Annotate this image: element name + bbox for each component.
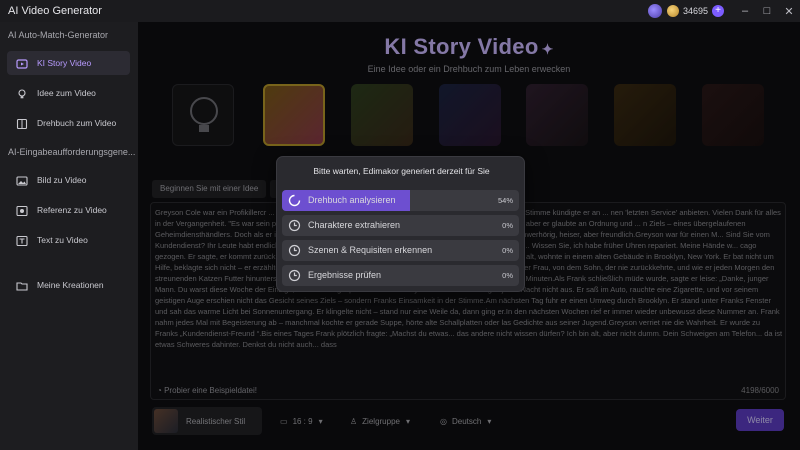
sidebar-item-referenz-zu-video[interactable]: Referenz zu Video <box>7 198 130 222</box>
sidebar-item-label: Meine Kreationen <box>37 280 104 290</box>
step-label: Drehbuch analysieren <box>308 195 396 205</box>
sidebar-item-text-zu-video[interactable]: Text zu Video <box>7 228 130 252</box>
title-bar: AI Video Generator 34695 + – □ ✕ <box>0 0 800 22</box>
sidebar-section-prompt-generator: AI-Eingabeaufforderungsgene... <box>8 147 136 157</box>
minimize-button[interactable]: – <box>734 5 756 17</box>
close-button[interactable]: ✕ <box>778 5 800 18</box>
maximize-button[interactable]: □ <box>756 5 778 17</box>
script-icon <box>16 117 28 130</box>
sidebar-item-label: Text zu Video <box>37 235 88 245</box>
sidebar-item-drehbuch-zum-video[interactable]: Drehbuch zum Video <box>7 111 130 135</box>
clock-icon <box>288 269 301 282</box>
dialog-title: Bitte warten, Edimakor generiert derzeit… <box>313 166 490 176</box>
user-avatar[interactable] <box>647 4 662 18</box>
sidebar-item-label: Idee zum Video <box>37 88 96 98</box>
step-percent: 0% <box>502 271 513 280</box>
loading-icon <box>288 194 301 207</box>
sidebar: AI Auto-Match-Generator KI Story Video I… <box>0 22 138 450</box>
clock-icon <box>288 219 301 232</box>
reference-icon <box>16 204 28 217</box>
sidebar-item-bild-zu-video[interactable]: Bild zu Video <box>7 168 130 192</box>
story-video-icon <box>16 57 28 69</box>
title-bar-right: 34695 + – □ ✕ <box>647 0 800 22</box>
credits-count: 34695 <box>682 6 708 16</box>
sidebar-item-label: Drehbuch zum Video <box>37 118 117 128</box>
sidebar-item-ki-story-video[interactable]: KI Story Video <box>7 51 130 75</box>
sidebar-item-meine-kreationen[interactable]: Meine Kreationen <box>7 273 130 297</box>
sidebar-item-idee-zum-video[interactable]: Idee zum Video <box>7 81 130 105</box>
add-credits-button[interactable]: + <box>712 5 724 17</box>
step-detect-scenes: Szenen & Requisiten erkennen 0% <box>282 240 519 261</box>
step-percent: 0% <box>502 246 513 255</box>
step-label: Szenen & Requisiten erkennen <box>308 245 433 255</box>
coin-icon <box>666 5 679 17</box>
sidebar-item-label: Referenz zu Video <box>37 205 107 215</box>
sidebar-section-auto-match: AI Auto-Match-Generator <box>8 30 109 40</box>
text-icon <box>16 234 28 247</box>
step-percent: 0% <box>502 221 513 230</box>
step-label: Charaktere extrahieren <box>308 220 401 230</box>
step-analyze-script: Drehbuch analysieren 54% <box>282 190 519 211</box>
progress-dialog: Bitte warten, Edimakor generiert derzeit… <box>276 156 525 292</box>
step-extract-characters: Charaktere extrahieren 0% <box>282 215 519 236</box>
folder-icon <box>16 279 28 291</box>
image-icon <box>16 174 28 186</box>
step-percent: 54% <box>497 196 513 205</box>
app-title: AI Video Generator <box>8 5 102 17</box>
lightbulb-icon <box>16 87 28 99</box>
sidebar-item-label: Bild zu Video <box>37 175 87 185</box>
clock-icon <box>288 244 301 257</box>
step-check-results: Ergebnisse prüfen 0% <box>282 265 519 286</box>
step-label: Ergebnisse prüfen <box>308 270 382 280</box>
sidebar-item-label: KI Story Video <box>37 58 92 68</box>
